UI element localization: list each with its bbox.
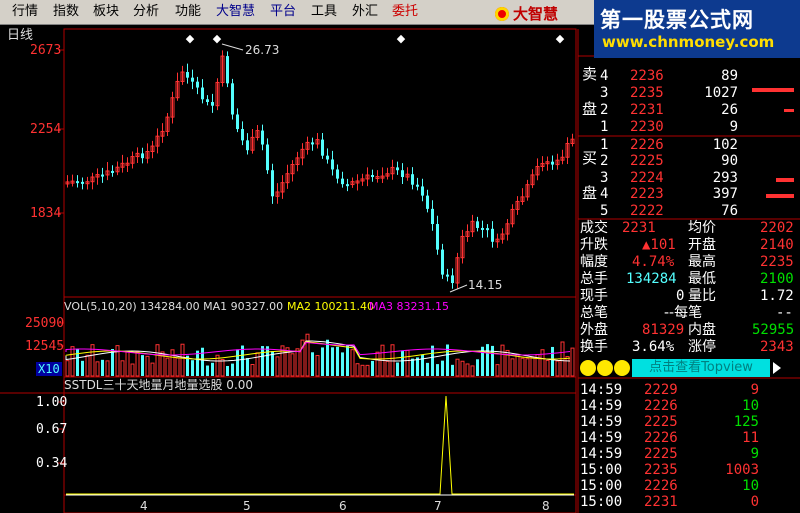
tick-row[interactable]: 15:00 2226 10 [580,478,795,494]
stat-label: 现手 [580,288,608,304]
ask-depth-bar [752,88,794,92]
tick-time: 15:00 [580,494,623,510]
tick-row[interactable]: 14:59 2226 10 [580,398,795,414]
stat-label: 升跌 [580,237,608,253]
tick-volume: 1003 [725,462,759,478]
tick-price: 2229 [644,382,678,398]
watermark-banner: 第一股票公式网 www.chnmoney.com [594,0,800,58]
bid-depth-bar [776,178,794,182]
stat-range: 4.74% [632,254,675,270]
tick-row[interactable]: 15:00 2235 1003 [580,462,795,478]
tick-volume: 125 [733,414,759,430]
stat-label: 涨停 [688,339,716,355]
tick-time: 14:59 [580,414,623,430]
tick-time: 15:00 [580,478,623,494]
tick-price: 2226 [644,398,678,414]
circle-icon[interactable] [580,360,596,376]
stat-open: 2140 [760,237,794,253]
stat-label: 总手 [580,271,608,287]
stat-inner: 52955 [752,322,795,338]
tick-time: 14:59 [580,398,623,414]
stat-label: 均价 [688,220,716,236]
stat-avg: 2202 [760,220,794,236]
stat-label: 总笔 [580,305,608,321]
tick-volume: 10 [742,478,759,494]
tick-row[interactable]: 14:59 2225 9 [580,446,795,462]
tick-volume: 0 [750,494,759,510]
tick-volume: 10 [742,398,759,414]
tick-price: 2226 [644,478,678,494]
stat-ratio: 1.72 [760,288,794,304]
circle-icon[interactable] [597,360,613,376]
tick-volume: 11 [742,430,759,446]
tick-row[interactable]: 14:59 2229 9 [580,382,795,398]
tick-price: 2235 [644,462,678,478]
stat-low: 2100 [760,271,794,287]
stat-turnover: 3.64% [632,339,675,355]
tick-volume: 9 [750,446,759,462]
circle-icon[interactable] [614,360,630,376]
tick-time: 14:59 [580,382,623,398]
tick-time: 14:59 [580,430,623,446]
stat-label: 外盘 [580,322,608,338]
stat-label: 最低 [688,271,716,287]
bid-depth-bar [766,194,794,198]
ask-depth-bar [784,109,794,112]
stat-deal: 2231 [622,220,656,236]
tick-price: 2225 [644,446,678,462]
watermark-url: www.chnmoney.com [602,33,775,51]
stat-count-value: -- [776,305,793,321]
stat-label: 成交 [580,220,608,236]
stat-label: 开盘 [688,237,716,253]
stat-limit: 2343 [760,339,794,355]
tick-time: 14:59 [580,446,623,462]
tick-volume: 9 [750,382,759,398]
stat-change: ▲101 [642,237,676,253]
topview-button[interactable]: 点击查看Topview [632,359,770,377]
stat-count: --每笔 [664,305,703,321]
watermark-title: 第一股票公式网 [600,8,754,32]
stat-outer: 81329 [642,322,685,338]
stat-cur: 0 [676,288,685,304]
tick-row[interactable]: 14:59 2226 11 [580,430,795,446]
tick-price: 2226 [644,430,678,446]
tick-time: 15:00 [580,462,623,478]
stat-label: 幅度 [580,254,608,270]
tick-row[interactable]: 14:59 2225 125 [580,414,795,430]
stat-high: 2235 [760,254,794,270]
stat-label: 最高 [688,254,716,270]
stat-label: 量比 [688,288,716,304]
tick-row[interactable]: 15:00 2231 0 [580,494,795,510]
play-icon[interactable] [773,362,781,374]
stat-label: 换手 [580,339,608,355]
tick-price: 2225 [644,414,678,430]
tick-price: 2231 [644,494,678,510]
stat-total: 134284 [626,271,677,287]
stats-panel: 成交 2231 均价 2202 升跌 ▲101 开盘 2140 幅度 4.74%… [580,221,800,357]
stat-label: 内盘 [688,322,716,338]
